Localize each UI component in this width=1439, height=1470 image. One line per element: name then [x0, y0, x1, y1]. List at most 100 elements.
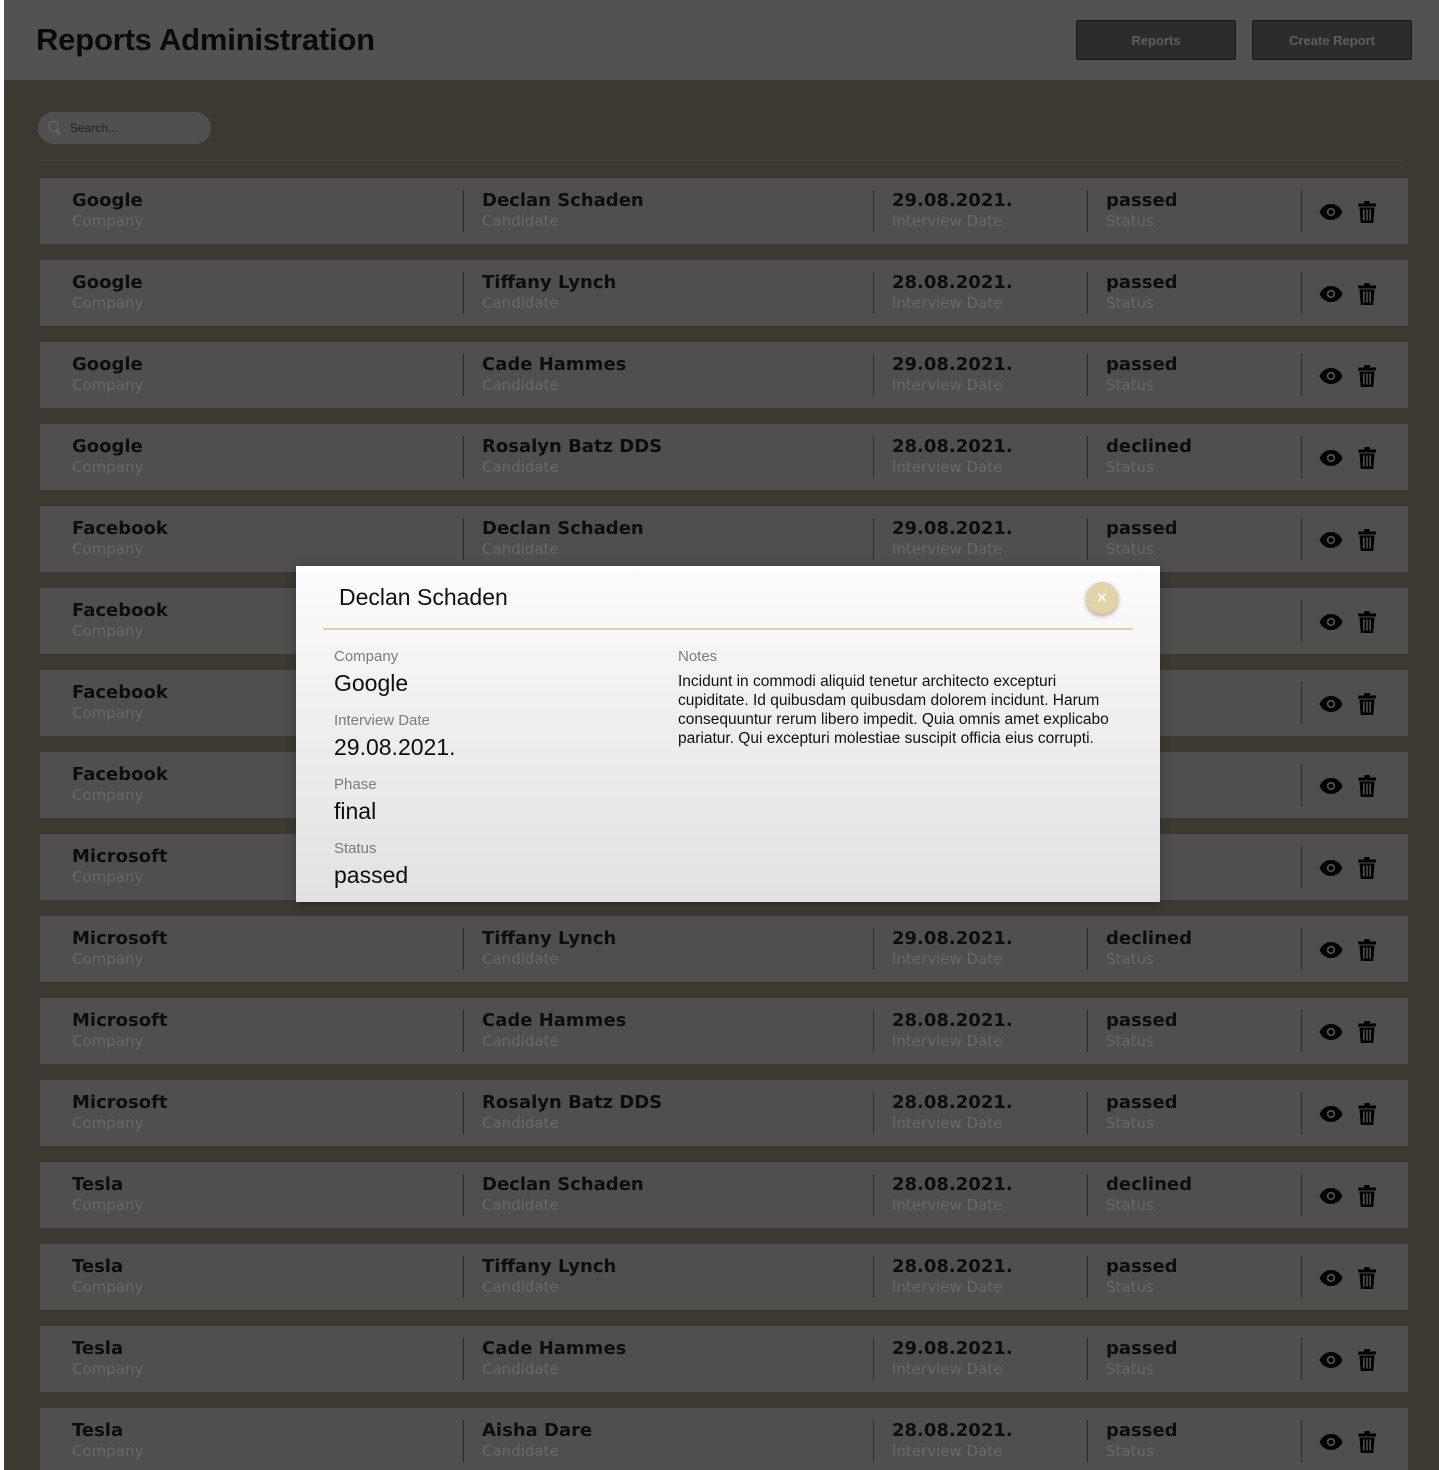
trash-icon[interactable] [1355, 528, 1379, 552]
candidate-cell: Cade Hammes Candidate [482, 354, 626, 394]
company-name: Facebook [72, 682, 168, 703]
report-row[interactable]: Microsoft Company Cade Hammes Candidate 28.0… [40, 998, 1408, 1064]
report-row[interactable]: Google Company Cade Hammes Candidate 29.08.2… [40, 342, 1408, 408]
column-separator [1087, 1338, 1088, 1380]
trash-icon[interactable] [1355, 774, 1379, 798]
trash-icon[interactable] [1355, 938, 1379, 962]
candidate-name: Cade Hammes [482, 1010, 627, 1031]
divider [40, 160, 1404, 161]
company-label: Company [72, 458, 144, 476]
column-separator [1301, 1174, 1302, 1216]
candidate-label: Candidate [482, 376, 559, 394]
column-separator [463, 1256, 464, 1298]
eye-icon[interactable] [1319, 1348, 1343, 1372]
eye-icon[interactable] [1319, 364, 1343, 388]
candidate-label: Candidate [482, 458, 559, 476]
date-cell: 29.08.2021. Interview Date [892, 928, 1013, 968]
column-separator [463, 1174, 464, 1216]
create-report-button[interactable]: Create Report [1252, 20, 1412, 60]
report-row[interactable]: Google Company Declan Schaden Candidate 29.0… [40, 178, 1408, 244]
company-cell: Tesla Company [72, 1174, 143, 1214]
eye-icon[interactable] [1319, 610, 1343, 634]
eye-icon[interactable] [1319, 528, 1343, 552]
report-row[interactable]: Tesla Company Declan Schaden Candidate 28.08… [40, 1162, 1408, 1228]
trash-icon[interactable] [1355, 1266, 1379, 1290]
trash-icon[interactable] [1355, 1020, 1379, 1044]
column-separator [1087, 518, 1088, 560]
report-row[interactable]: Tesla Company Cade Hammes Candidate 29.08.20… [40, 1326, 1408, 1392]
candidate-name: Cade Hammes [482, 1338, 627, 1359]
column-separator [1301, 1256, 1302, 1298]
search-input[interactable]: Search... [38, 112, 211, 144]
report-row[interactable]: Microsoft Company Rosalyn Batz DDS Candidat… [40, 1080, 1408, 1146]
trash-icon[interactable] [1355, 282, 1379, 306]
trash-icon[interactable] [1355, 200, 1379, 224]
eye-icon[interactable] [1319, 692, 1343, 716]
eye-icon[interactable] [1319, 1102, 1343, 1126]
close-button[interactable]: × [1086, 582, 1118, 614]
company-cell: Google Company [72, 190, 143, 230]
company-label: Company [72, 294, 144, 312]
candidate-name: Declan Schaden [482, 190, 644, 211]
company-label: Company [72, 540, 144, 558]
trash-icon[interactable] [1355, 1102, 1379, 1126]
eye-icon[interactable] [1319, 938, 1343, 962]
trash-icon[interactable] [1355, 1184, 1379, 1208]
interview-date: 28.08.2021. [892, 1420, 1013, 1441]
trash-icon[interactable] [1355, 610, 1379, 634]
modal-status-value: passed [334, 862, 409, 888]
candidate-label: Candidate [482, 1360, 559, 1378]
status-cell: declined Status [1106, 1174, 1192, 1214]
eye-icon[interactable] [1319, 282, 1343, 306]
eye-icon[interactable] [1319, 856, 1343, 880]
company-name: Google [72, 272, 143, 293]
status-label: Status [1106, 1114, 1154, 1132]
status-value: passed [1106, 1010, 1178, 1031]
column-separator [1301, 682, 1302, 724]
column-separator [873, 272, 874, 314]
eye-icon[interactable] [1319, 1184, 1343, 1208]
column-separator [463, 1092, 464, 1134]
reports-button[interactable]: Reports [1076, 20, 1236, 60]
report-row[interactable]: Google Company Rosalyn Batz DDS Candidate 28… [40, 424, 1408, 490]
eye-icon[interactable] [1319, 1266, 1343, 1290]
eye-icon[interactable] [1319, 446, 1343, 470]
company-label: Company [72, 212, 144, 230]
company-name: Google [72, 190, 143, 211]
company-cell: Microsoft Company [72, 928, 168, 968]
interview-date: 29.08.2021. [892, 190, 1013, 211]
report-row[interactable]: Google Company Tiffany Lynch Candidate 28.08… [40, 260, 1408, 326]
trash-icon[interactable] [1355, 856, 1379, 880]
trash-icon[interactable] [1355, 1430, 1379, 1454]
candidate-cell: Cade Hammes Candidate [482, 1010, 626, 1050]
app-window: Reports Administration Reports Create Re… [4, 0, 1439, 1470]
candidate-label: Candidate [482, 1032, 559, 1050]
modal-phase: Phase final [334, 776, 377, 826]
date-cell: 28.08.2021. Interview Date [892, 1174, 1013, 1214]
report-row[interactable]: Tesla Company Aisha Dare Candidate 28.08.202… [40, 1408, 1408, 1470]
date-cell: 28.08.2021. Interview Date [892, 1256, 1013, 1296]
company-cell: Google Company [72, 354, 143, 394]
trash-icon[interactable] [1355, 364, 1379, 388]
modal-notes-label: Notes [678, 648, 718, 665]
eye-icon[interactable] [1319, 200, 1343, 224]
trash-icon[interactable] [1355, 1348, 1379, 1372]
company-label: Company [72, 622, 144, 640]
company-name: Microsoft [72, 846, 168, 867]
candidate-cell: Tiffany Lynch Candidate [482, 272, 616, 312]
column-separator [1301, 1010, 1302, 1052]
column-separator [1087, 436, 1088, 478]
trash-icon[interactable] [1355, 692, 1379, 716]
report-row[interactable]: Microsoft Company Tiffany Lynch Candidate 29… [40, 916, 1408, 982]
trash-icon[interactable] [1355, 446, 1379, 470]
report-row[interactable]: Tesla Company Tiffany Lynch Candidate 28.08.… [40, 1244, 1408, 1310]
eye-icon[interactable] [1319, 1430, 1343, 1454]
modal-phase-value: final [334, 798, 377, 824]
eye-icon[interactable] [1319, 1020, 1343, 1044]
status-label: Status [1106, 950, 1154, 968]
status-value: passed [1106, 1092, 1178, 1113]
modal-status: Status passed [334, 840, 408, 890]
eye-icon[interactable] [1319, 774, 1343, 798]
report-row[interactable]: Facebook Company Declan Schaden Candidate 29… [40, 506, 1408, 572]
status-cell: declined Status [1106, 928, 1192, 968]
